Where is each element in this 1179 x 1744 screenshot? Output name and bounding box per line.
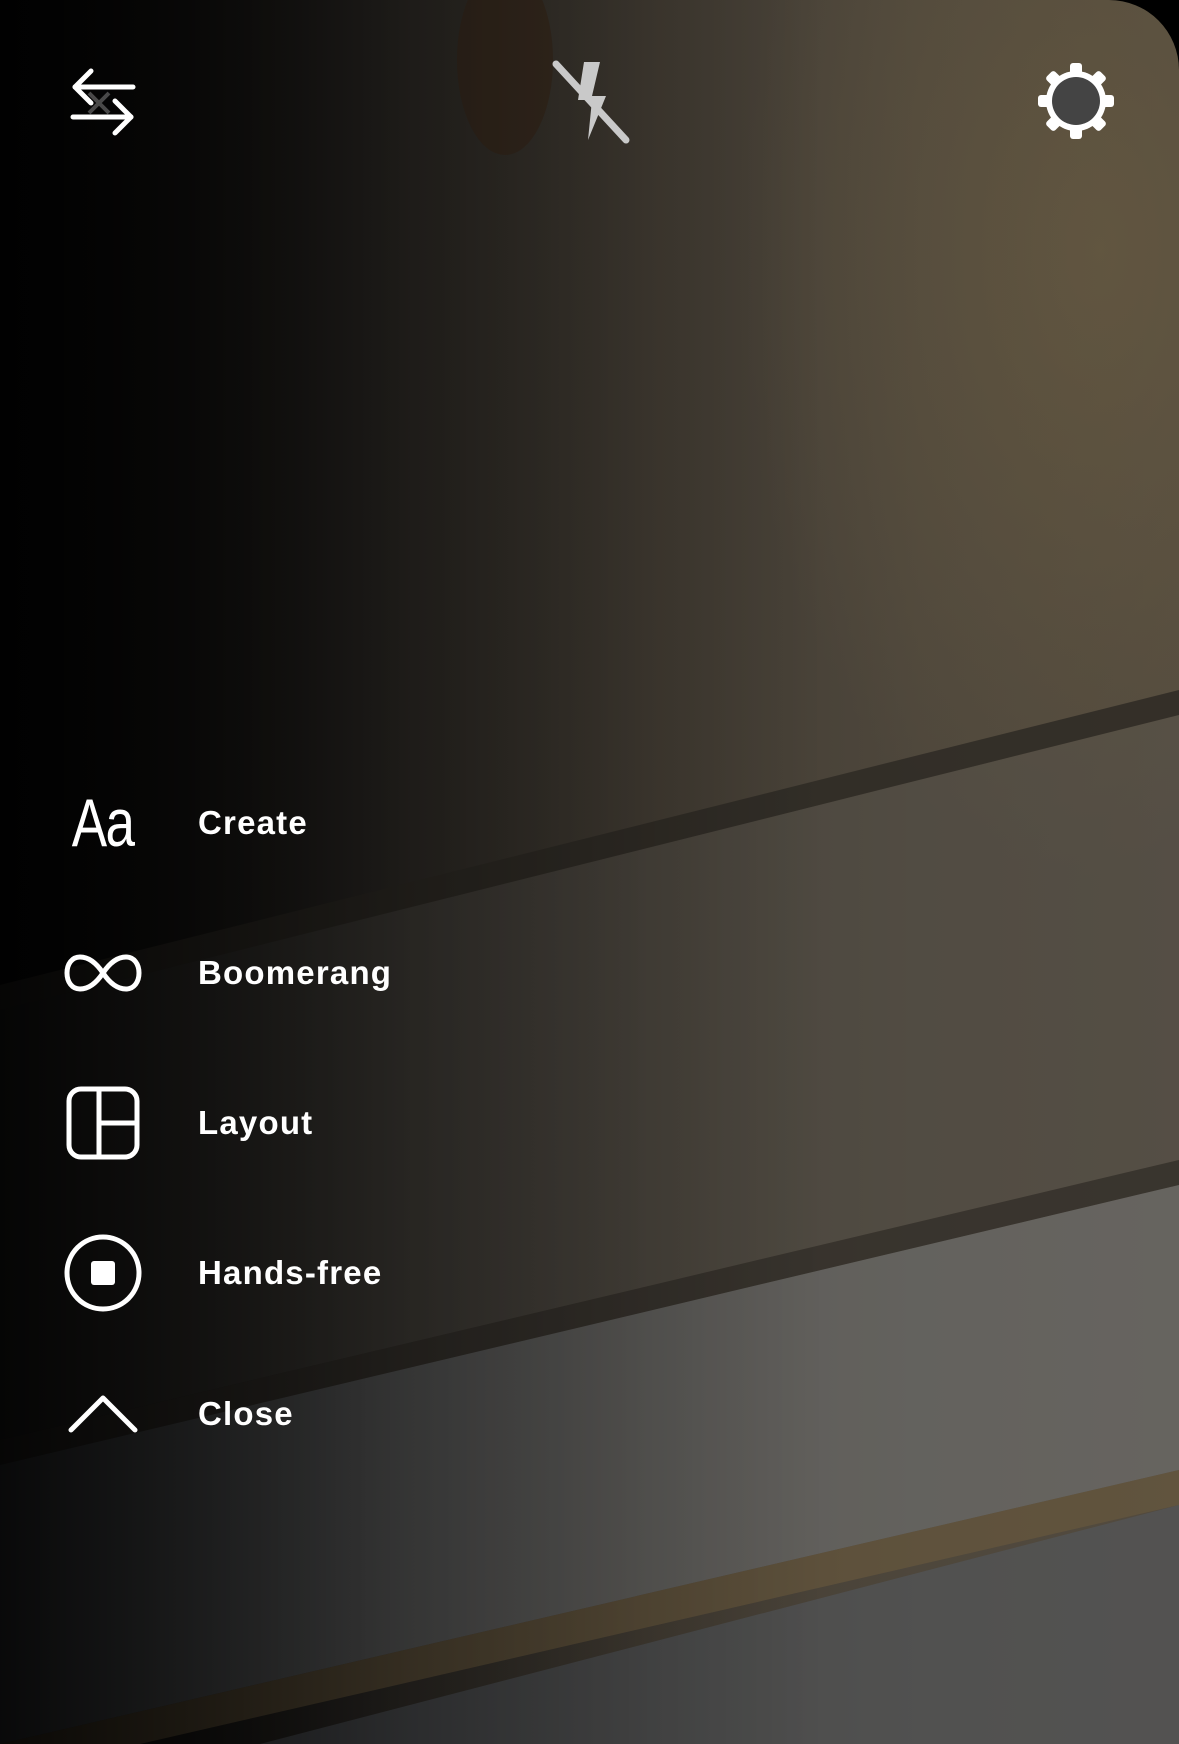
- text-aa-icon: Aa: [72, 785, 135, 861]
- layout-grid-icon: [58, 1078, 148, 1168]
- menu-item-boomerang[interactable]: Boomerang: [58, 928, 392, 1018]
- menu-item-create[interactable]: Aa Create: [58, 778, 308, 868]
- settings-button[interactable]: [1031, 56, 1121, 146]
- flash-off-icon: [552, 60, 630, 144]
- menu-item-label: Layout: [198, 1104, 314, 1141]
- camera-viewfinder: [0, 0, 1179, 1744]
- menu-item-label: Create: [198, 804, 308, 841]
- flip-camera-icon: [70, 68, 136, 136]
- chevron-up-icon: [58, 1369, 148, 1459]
- menu-item-label: Close: [198, 1395, 294, 1432]
- record-stop-icon: [58, 1228, 148, 1318]
- gear-icon: [1038, 63, 1114, 139]
- infinity-icon: [58, 928, 148, 1018]
- menu-item-close[interactable]: Close: [58, 1369, 294, 1459]
- flash-toggle-button[interactable]: [545, 56, 635, 146]
- flip-camera-button[interactable]: [58, 56, 148, 146]
- camera-screen: Aa Create Boomerang Layout Hands-free Cl…: [0, 0, 1179, 1744]
- menu-item-layout[interactable]: Layout: [58, 1078, 313, 1168]
- menu-item-label: Hands-free: [198, 1254, 383, 1291]
- menu-item-label: Boomerang: [198, 954, 393, 991]
- menu-item-hands-free[interactable]: Hands-free: [58, 1228, 382, 1318]
